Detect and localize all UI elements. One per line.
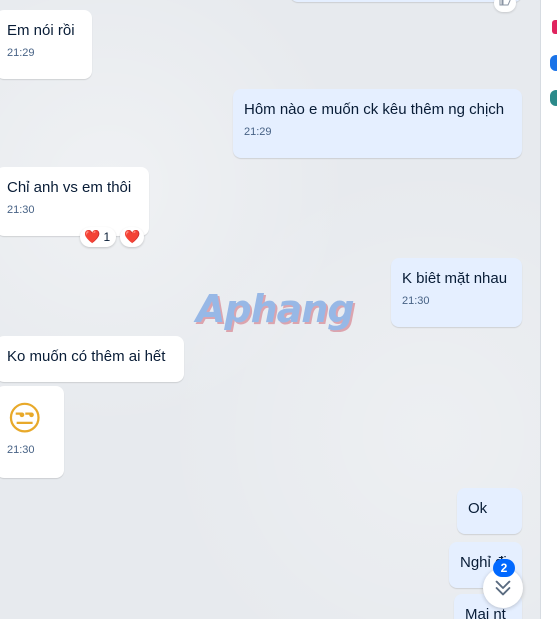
heart-icon: ❤️ <box>84 229 101 244</box>
message-bubble[interactable]: K biêt mặt nhau 21:30 <box>391 258 522 327</box>
unamused-emoji: 😒 <box>7 400 43 438</box>
right-side-rail <box>540 0 557 619</box>
double-chevron-down-icon <box>495 580 511 596</box>
message-bubble[interactable]: Em nói rồi 21:29 <box>0 10 92 79</box>
message-text: Chỉ anh vs em thôi <box>7 179 132 196</box>
message-time: 21:30 <box>402 295 430 307</box>
previous-message-stub[interactable] <box>290 0 522 2</box>
message-time: 21:30 <box>7 444 35 456</box>
like-icon[interactable] <box>494 0 516 12</box>
message-time: 21:29 <box>244 126 272 138</box>
message-text: Ko muốn có thêm ai hết <box>7 348 166 365</box>
unread-count-badge: 2 <box>493 559 515 577</box>
watermark-logo: Aphang <box>196 287 355 331</box>
message-time: 21:30 <box>7 204 35 216</box>
reaction-count: 1 <box>103 230 111 244</box>
message-text: Hôm nào e muốn ck kêu thêm ng chịch <box>244 101 505 118</box>
message-bubble[interactable]: Hôm nào e muốn ck kêu thêm ng chịch 21:2… <box>233 89 522 158</box>
message-bubble[interactable]: Ok <box>457 488 522 534</box>
emoji-message-bubble[interactable]: 😒 21:30 <box>0 386 64 478</box>
heart-icon: ❤️ <box>124 229 141 244</box>
chat-area: Em nói rồi 21:29 Hôm nào e muốn ck kêu t… <box>0 0 540 619</box>
message-bubble[interactable]: Chỉ anh vs em thôi 21:30 <box>0 167 149 236</box>
message-text: Em nói rồi <box>7 22 75 39</box>
reaction-summary[interactable]: ❤️ 1 <box>80 227 116 247</box>
app-icon[interactable] <box>552 20 557 34</box>
app-icon[interactable] <box>550 90 557 106</box>
quick-react-button[interactable]: ❤️ <box>120 227 144 247</box>
message-text: Mai nt <box>465 606 506 619</box>
message-text: K biêt mặt nhau <box>402 270 508 287</box>
message-text: Ok <box>468 500 488 517</box>
message-time: 21:29 <box>7 47 35 59</box>
message-bubble[interactable]: Ko muốn có thêm ai hết <box>0 336 184 382</box>
app-icon[interactable] <box>550 55 557 71</box>
